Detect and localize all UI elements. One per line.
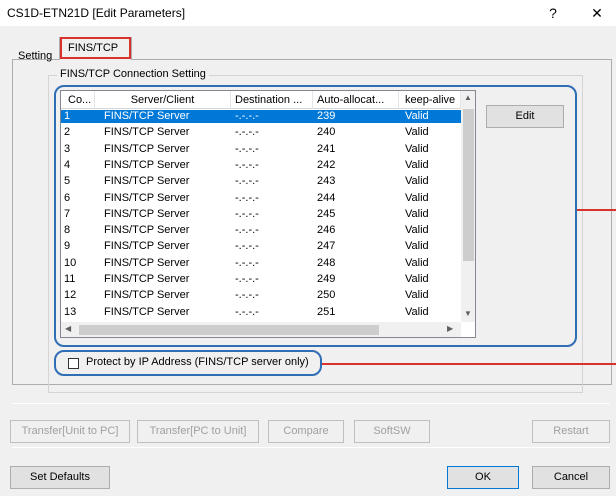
window-title: CS1D-ETN21D [Edit Parameters] [7, 6, 186, 20]
ok-button[interactable]: OK [447, 466, 519, 489]
help-button[interactable]: ? [540, 3, 566, 23]
close-button[interactable]: ✕ [584, 3, 610, 23]
set-defaults-button[interactable]: Set Defaults [10, 466, 110, 489]
protect-by-ip-label[interactable]: Protect by IP Address (FINS/TCP server o… [86, 356, 309, 368]
group-title: FINS/TCP Connection Setting [57, 68, 209, 80]
title-bar: CS1D-ETN21D [Edit Parameters] ? ✕ [0, 0, 616, 26]
restart-button[interactable]: Restart [532, 420, 610, 443]
transfer-unit-to-pc-button[interactable]: Transfer[Unit to PC] [10, 420, 130, 443]
tab-setting[interactable]: Setting [18, 47, 52, 67]
cancel-button[interactable]: Cancel [532, 466, 610, 489]
edit-button[interactable]: Edit [486, 105, 564, 128]
compare-button[interactable]: Compare [268, 420, 344, 443]
separator [12, 403, 610, 404]
table-callout-line [577, 209, 616, 211]
protect-by-ip-checkbox[interactable] [68, 358, 79, 369]
checkbox-callout-line [322, 363, 616, 365]
fins-tcp-tab-highlight [60, 37, 131, 59]
softsw-button[interactable]: SoftSW [354, 420, 430, 443]
separator [12, 447, 610, 448]
transfer-pc-to-unit-button[interactable]: Transfer[PC to Unit] [137, 420, 259, 443]
